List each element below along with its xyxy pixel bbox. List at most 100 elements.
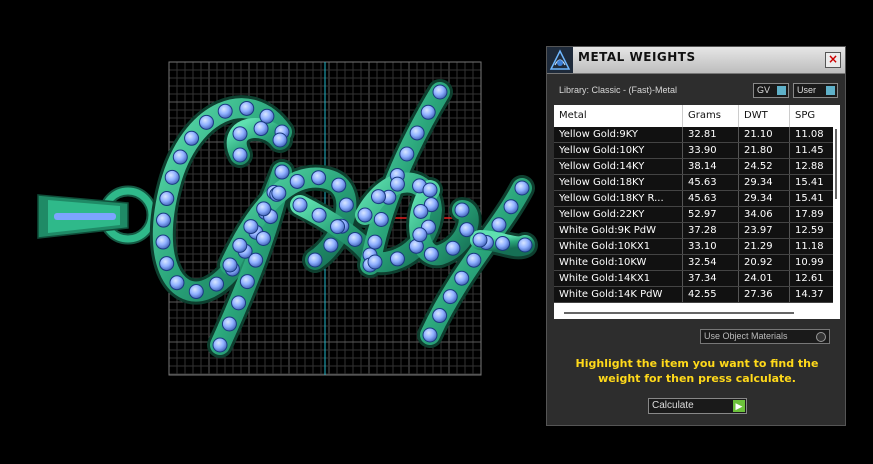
table-row[interactable]: Yellow Gold:18KY 45.63 29.34 15.41 xyxy=(554,175,840,191)
gemstone xyxy=(432,84,448,100)
calculate-label: Calculate xyxy=(652,400,694,411)
gemstone xyxy=(212,337,228,353)
table-row[interactable]: White Gold:14K PdW 42.55 27.36 14.37 xyxy=(554,287,840,303)
metal-cell: Yellow Gold:10KY xyxy=(554,143,683,158)
gemstone xyxy=(243,219,259,235)
gemstone xyxy=(248,252,264,268)
metal-cell: Yellow Gold:18KY xyxy=(554,175,683,190)
gemstone xyxy=(503,199,519,215)
gemstone xyxy=(221,316,237,332)
dwt-cell: 27.36 xyxy=(739,287,790,302)
pendant-bail xyxy=(37,185,158,245)
gemstone xyxy=(454,270,470,286)
horizontal-scrollbar[interactable] xyxy=(554,307,840,319)
metal-cell: White Gold:9K PdW xyxy=(554,223,683,238)
dwt-cell: 24.52 xyxy=(739,159,790,174)
table-row[interactable]: White Gold:10KX1 33.10 21.29 11.18 xyxy=(554,239,840,255)
metal-cell: Yellow Gold:18KY R... xyxy=(554,191,683,206)
grams-cell: 52.97 xyxy=(683,207,739,222)
gemstone xyxy=(253,121,269,137)
metal-cell: Yellow Gold:9KY xyxy=(554,127,683,142)
gv-toggle-label: GV xyxy=(757,85,771,95)
gemstone xyxy=(217,103,233,119)
3d-viewport[interactable] xyxy=(0,0,545,464)
vertical-scroll-thumb[interactable] xyxy=(835,129,837,199)
gemstone xyxy=(347,231,363,247)
gemstone xyxy=(442,289,458,305)
gemstone xyxy=(239,274,255,290)
gemstone xyxy=(159,256,175,272)
table-row[interactable]: Yellow Gold:9KY 32.81 21.10 11.08 xyxy=(554,127,840,143)
grams-cell: 37.34 xyxy=(683,271,739,286)
gemstone xyxy=(330,219,346,235)
gemstone xyxy=(155,234,171,250)
metal-cell: White Gold:14K PdW xyxy=(554,287,683,302)
gemstone xyxy=(156,212,172,228)
gemstone xyxy=(357,207,373,223)
calculate-button[interactable]: Calculate ▶ xyxy=(648,398,747,414)
gemstone xyxy=(389,251,405,267)
grams-cell: 32.81 xyxy=(683,127,739,142)
gemstone xyxy=(232,237,248,253)
dwt-cell: 24.01 xyxy=(739,271,790,286)
use-object-materials-option[interactable]: Use Object Materials xyxy=(700,329,830,344)
user-toggle-label: User xyxy=(797,85,817,95)
close-button[interactable]: × xyxy=(825,52,841,68)
gemstone xyxy=(459,222,475,238)
gemstone xyxy=(399,146,415,162)
gemstone xyxy=(420,104,436,120)
grams-cell: 45.63 xyxy=(683,191,739,206)
gv-toggle[interactable]: GV xyxy=(753,83,789,98)
gemstone xyxy=(164,169,180,185)
gemstone xyxy=(422,182,438,198)
gemstone xyxy=(413,203,429,219)
metal-cell: White Gold:14KX1 xyxy=(554,271,683,286)
gemstone xyxy=(256,201,272,217)
table-row[interactable]: Yellow Gold:10KY 33.90 21.80 11.45 xyxy=(554,143,840,159)
metal-table: Metal Grams DWT SPG Yellow Gold:9KY 32.81… xyxy=(554,105,840,319)
column-header-metal[interactable]: Metal xyxy=(554,105,683,127)
vertical-scrollbar[interactable] xyxy=(833,127,840,307)
table-row[interactable]: Yellow Gold:18KY R... 45.63 29.34 15.41 xyxy=(554,191,840,207)
table-row[interactable]: White Gold:10KW 32.54 20.92 10.99 xyxy=(554,255,840,271)
grams-cell: 33.90 xyxy=(683,143,739,158)
instruction-text: Highlight the item you want to find the … xyxy=(575,357,819,385)
dwt-cell: 29.34 xyxy=(739,175,790,190)
column-header-spg[interactable]: SPG xyxy=(790,105,840,127)
gemstone xyxy=(169,275,185,291)
metal-weights-panel: METAL WEIGHTS × Library: Classic - (Fast… xyxy=(546,46,846,426)
gemstone xyxy=(373,212,389,228)
gemstone xyxy=(255,230,271,246)
gemstone xyxy=(188,284,204,300)
gemstone xyxy=(412,227,428,243)
gemstone xyxy=(159,191,175,207)
gemstone xyxy=(172,149,188,165)
gemstone xyxy=(311,170,327,186)
panel-titlebar[interactable]: METAL WEIGHTS × xyxy=(547,47,845,74)
horizontal-scroll-thumb[interactable] xyxy=(564,312,794,314)
gemstone xyxy=(517,237,533,253)
metal-cell: White Gold:10KW xyxy=(554,255,683,270)
gemstone xyxy=(274,164,290,180)
grams-cell: 42.55 xyxy=(683,287,739,302)
table-row[interactable]: White Gold:14KX1 37.34 24.01 12.61 xyxy=(554,271,840,287)
table-row[interactable]: White Gold:9K PdW 37.28 23.97 12.59 xyxy=(554,223,840,239)
gemstone xyxy=(367,234,383,250)
table-row[interactable]: Yellow Gold:14KY 38.14 24.52 12.88 xyxy=(554,159,840,175)
gemstone xyxy=(323,237,339,253)
user-toggle-indicator xyxy=(826,86,835,95)
gemstone xyxy=(231,295,247,311)
dwt-cell: 21.80 xyxy=(739,143,790,158)
gemstone xyxy=(272,132,288,148)
gemstone xyxy=(331,177,347,193)
table-header: Metal Grams DWT SPG xyxy=(554,105,840,128)
grams-cell: 38.14 xyxy=(683,159,739,174)
user-toggle[interactable]: User xyxy=(793,83,838,98)
gemstone xyxy=(271,185,287,201)
column-header-grams[interactable]: Grams xyxy=(683,105,739,127)
panel-title: METAL WEIGHTS xyxy=(578,50,696,64)
dwt-cell: 34.06 xyxy=(739,207,790,222)
table-row[interactable]: Yellow Gold:22KY 52.97 34.06 17.89 xyxy=(554,207,840,223)
column-header-dwt[interactable]: DWT xyxy=(739,105,790,127)
gemstone xyxy=(239,100,255,116)
